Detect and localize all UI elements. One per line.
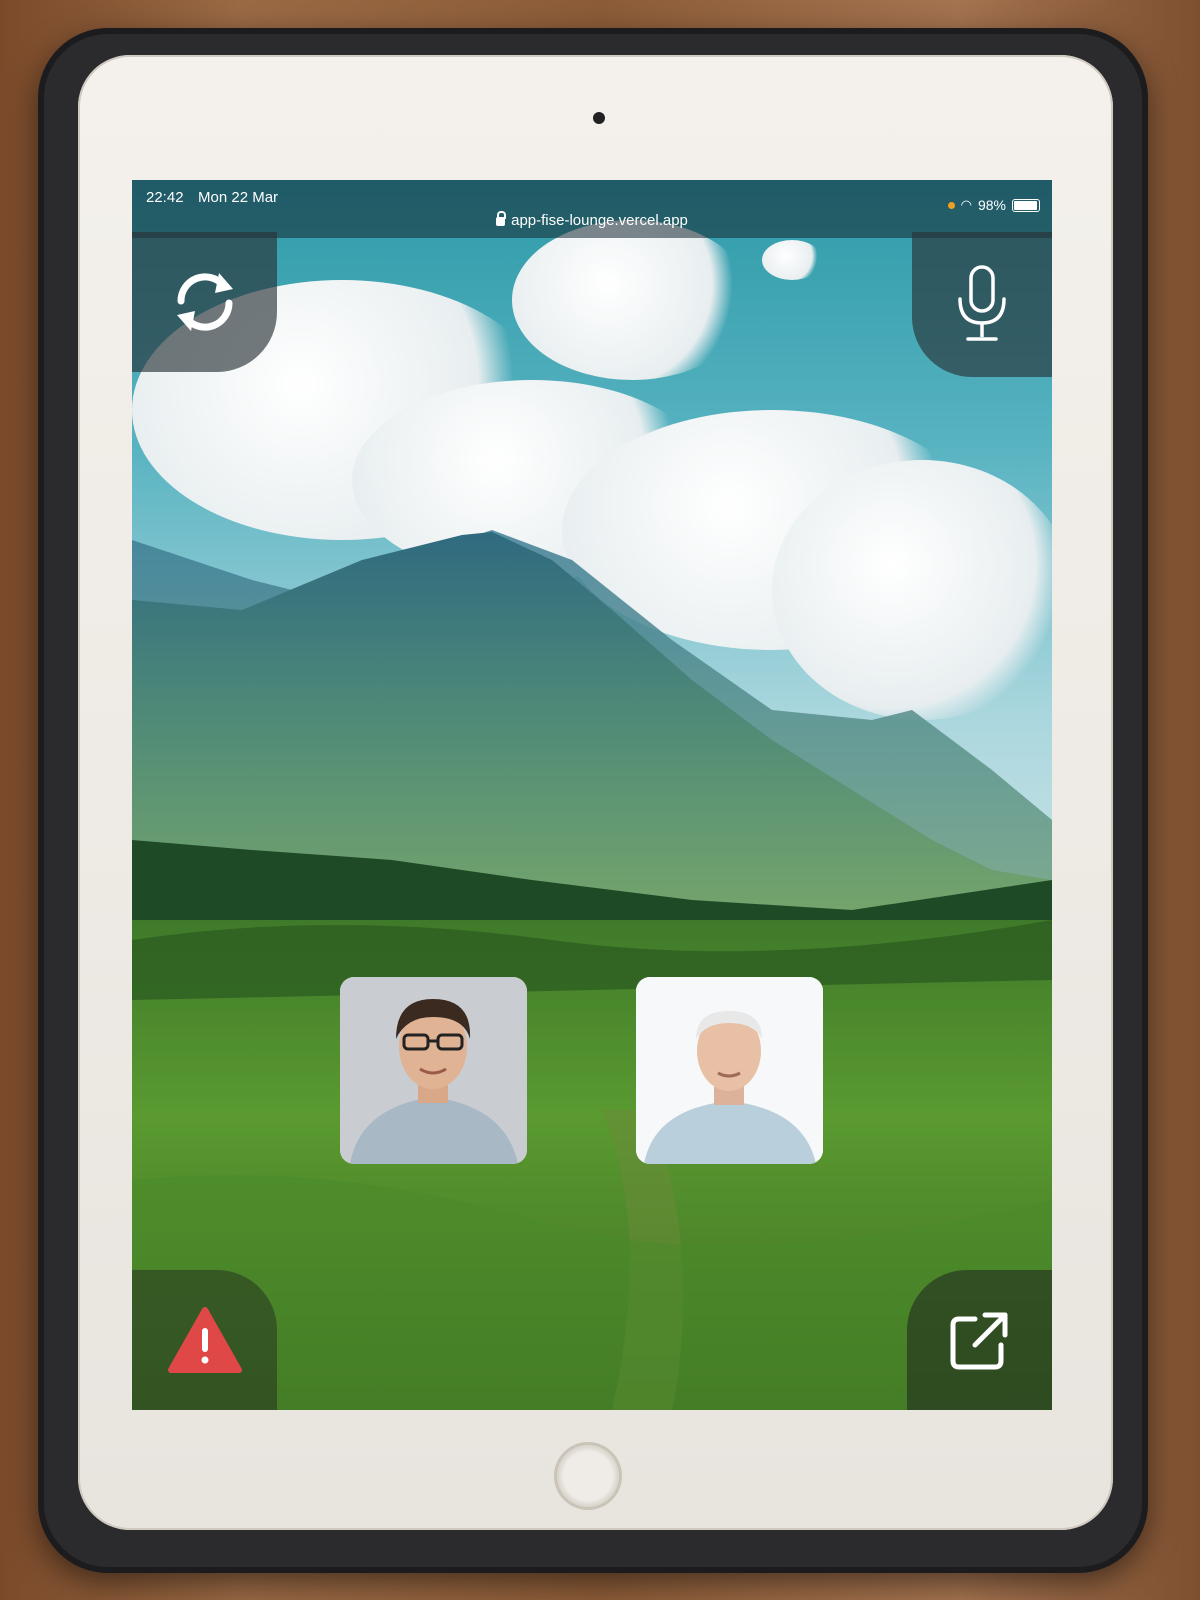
url-text: app-fise-lounge.vercel.app (511, 212, 688, 229)
status-right: ◠ 98% (947, 197, 1040, 213)
microphone-icon (958, 264, 1006, 341)
landscape (132, 530, 1052, 1410)
microphone-button[interactable] (912, 232, 1052, 377)
status-date: Mon 22 Mar (198, 189, 279, 206)
recording-indicator-icon (947, 201, 955, 209)
user-avatar-older-man (636, 977, 823, 1164)
warning-icon (167, 1307, 242, 1373)
battery-icon (1012, 198, 1040, 212)
open-external-icon (950, 1312, 1007, 1370)
battery-percent: 98% (977, 197, 1006, 213)
lock-icon (496, 211, 507, 226)
front-camera (593, 112, 605, 124)
home-button[interactable] (557, 1445, 619, 1507)
share-button[interactable] (907, 1270, 1052, 1410)
user-avatar-young-man-glasses (340, 977, 527, 1164)
address-bar[interactable]: app-fise-lounge.vercel.app (132, 211, 1052, 229)
status-time: 22:42 (146, 189, 184, 206)
participant-avatar[interactable] (340, 977, 527, 1164)
switch-camera-icon (176, 273, 233, 331)
app-screen: 22:42 Mon 22 Mar app-fise-lounge.vercel.… (132, 180, 1052, 1410)
wifi-icon: ◠ (960, 197, 972, 212)
report-button[interactable] (132, 1270, 277, 1410)
participant-avatar[interactable] (636, 977, 823, 1164)
status-bar: 22:42 Mon 22 Mar app-fise-lounge.vercel.… (132, 180, 1052, 238)
switch-camera-button[interactable] (132, 232, 277, 372)
